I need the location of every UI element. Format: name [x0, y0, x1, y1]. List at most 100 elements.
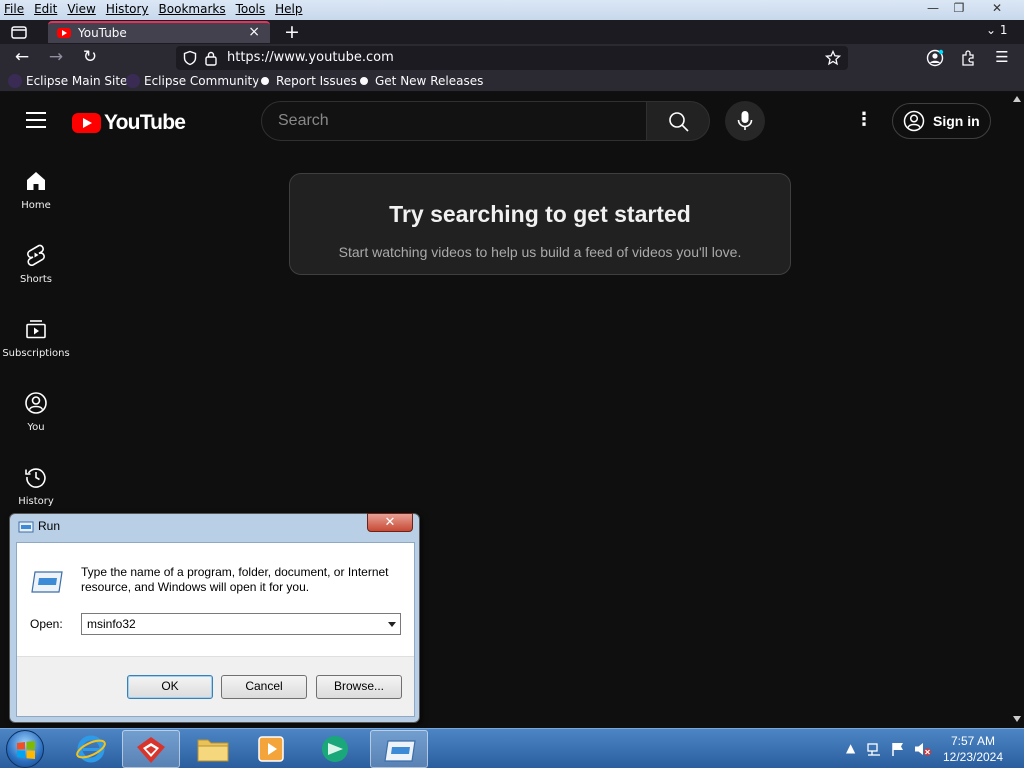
guide-item-home[interactable]: Home	[0, 169, 72, 243]
logo-text: YouTube	[104, 111, 186, 134]
dialog-title: Run	[38, 519, 61, 533]
taskbar: ▲ 7:57 AM 12/23/2024	[0, 728, 1024, 768]
tab-list-button[interactable]: ⌄ 1	[986, 23, 1008, 37]
page-scrollbar[interactable]	[1010, 92, 1024, 728]
you-icon	[25, 392, 47, 414]
clock-date: 12/23/2024	[942, 750, 1004, 764]
github-icon	[258, 74, 272, 88]
start-button[interactable]	[6, 730, 44, 768]
open-combobox[interactable]: msinfo32	[81, 613, 401, 635]
guide-item-you[interactable]: You	[0, 391, 72, 465]
back-button[interactable]: ←	[8, 44, 36, 72]
sign-in-button[interactable]: Sign in	[892, 103, 991, 139]
shield-icon[interactable]	[182, 50, 198, 66]
menu-bookmarks[interactable]: Bookmarks	[159, 2, 226, 16]
network-icon[interactable]	[866, 741, 882, 757]
taskbar-run[interactable]	[370, 730, 428, 768]
search-icon	[669, 112, 689, 132]
restore-button[interactable]: ❐	[944, 0, 974, 18]
bookmark-eclipse-community[interactable]: Eclipse Community	[126, 74, 259, 88]
windows-logo-icon	[17, 741, 35, 759]
folder-icon	[197, 739, 229, 762]
taskbar-media-player[interactable]	[242, 730, 300, 768]
tab-youtube[interactable]: YouTube ×	[48, 21, 270, 43]
voice-search-button[interactable]	[725, 101, 765, 141]
guide-menu-button[interactable]	[26, 112, 46, 128]
eclipse-icon	[8, 74, 22, 88]
action-center-flag-icon[interactable]	[890, 741, 906, 757]
cancel-button[interactable]: Cancel	[221, 675, 307, 699]
bookmark-report-issues[interactable]: Report Issues	[258, 74, 357, 88]
ok-button[interactable]: OK	[127, 675, 213, 699]
guide-label: History	[18, 496, 54, 507]
guide-label: Home	[21, 200, 51, 211]
url-text: https://www.youtube.com	[227, 50, 394, 65]
search-button[interactable]	[646, 101, 710, 141]
system-clock[interactable]: 7:57 AM 12/23/2024	[938, 733, 1008, 765]
shorts-icon	[27, 244, 45, 267]
bookmarks-toolbar: Eclipse Main Site Eclipse Community Repo…	[0, 72, 1024, 92]
menu-tools[interactable]: Tools	[236, 2, 266, 16]
volume-muted-icon[interactable]	[914, 741, 932, 757]
guide-label: You	[27, 422, 45, 433]
chevron-down-icon[interactable]	[388, 622, 396, 627]
dialog-footer: OK Cancel Browse...	[17, 656, 414, 716]
dialog-close-button[interactable]: ✕	[367, 513, 413, 532]
history-icon	[25, 468, 46, 488]
sign-in-label: Sign in	[933, 113, 980, 129]
scroll-up-icon[interactable]	[1013, 96, 1021, 102]
run-icon	[18, 521, 34, 533]
close-window-button[interactable]: ✕	[982, 0, 1012, 18]
bookmark-get-new-releases[interactable]: Get New Releases	[357, 74, 483, 88]
search-input[interactable]: Search	[261, 101, 647, 141]
green-app-icon	[322, 736, 348, 762]
app-menu-button[interactable]: ☰	[988, 44, 1016, 72]
home-icon	[27, 172, 45, 190]
nav-bar: ← → ↻ https://www.youtube.com ☰	[0, 44, 1024, 72]
guide-item-shorts[interactable]: Shorts	[0, 243, 72, 317]
run-dialog: Run ✕ Type the name of a program, folder…	[9, 513, 420, 723]
lock-icon[interactable]	[204, 50, 218, 66]
youtube-logo[interactable]: YouTube	[72, 111, 186, 135]
search-placeholder: Search	[278, 112, 329, 129]
browse-button[interactable]: Browse...	[316, 675, 402, 699]
microphone-icon	[737, 111, 753, 130]
forward-button[interactable]: →	[42, 44, 70, 72]
menu-view[interactable]: View	[67, 2, 95, 16]
menu-edit[interactable]: Edit	[34, 2, 57, 16]
dialog-description: Type the name of a program, folder, docu…	[81, 565, 389, 594]
tab-close-icon[interactable]: ×	[248, 24, 260, 40]
extensions-icon[interactable]	[960, 49, 978, 67]
reload-button[interactable]: ↻	[76, 44, 104, 72]
open-label: Open:	[30, 617, 63, 631]
new-tab-button[interactable]: +	[284, 21, 300, 43]
bookmark-eclipse-main-site[interactable]: Eclipse Main Site	[8, 74, 127, 88]
guide-label: Subscriptions	[2, 348, 70, 359]
menu-file[interactable]: File	[4, 2, 24, 16]
account-icon[interactable]	[926, 49, 944, 67]
taskbar-internet-explorer[interactable]	[62, 730, 120, 768]
menu-bar: File Edit View History Bookmarks Tools H…	[0, 0, 1024, 20]
guide-label: Shorts	[19, 274, 53, 285]
dialog-body: Type the name of a program, folder, docu…	[16, 542, 415, 717]
bookmark-label: Eclipse Community	[144, 74, 260, 88]
menu-history[interactable]: History	[106, 2, 149, 16]
guide-item-subscriptions[interactable]: Subscriptions	[0, 317, 72, 391]
taskbar-app-red[interactable]	[122, 730, 180, 768]
taskbar-app-green[interactable]	[306, 730, 364, 768]
show-hidden-icons-icon[interactable]: ▲	[846, 741, 855, 755]
tab-overview-button[interactable]	[10, 23, 28, 41]
youtube-favicon-icon	[57, 28, 71, 38]
bookmark-label: Report Issues	[276, 74, 357, 88]
settings-menu-button[interactable]: ⋮	[852, 109, 876, 133]
tab-title: YouTube	[78, 26, 127, 40]
taskbar-file-explorer[interactable]	[184, 730, 242, 768]
eclipse-icon	[126, 74, 140, 88]
url-bar[interactable]: https://www.youtube.com	[176, 46, 848, 70]
menu-help[interactable]: Help	[275, 2, 302, 16]
bookmark-label: Eclipse Main Site	[26, 74, 128, 88]
bookmark-star-icon[interactable]	[825, 50, 841, 66]
scroll-down-icon[interactable]	[1013, 716, 1021, 722]
run-program-icon	[384, 740, 416, 762]
search-promo-card: Try searching to get started Start watch…	[289, 173, 791, 275]
